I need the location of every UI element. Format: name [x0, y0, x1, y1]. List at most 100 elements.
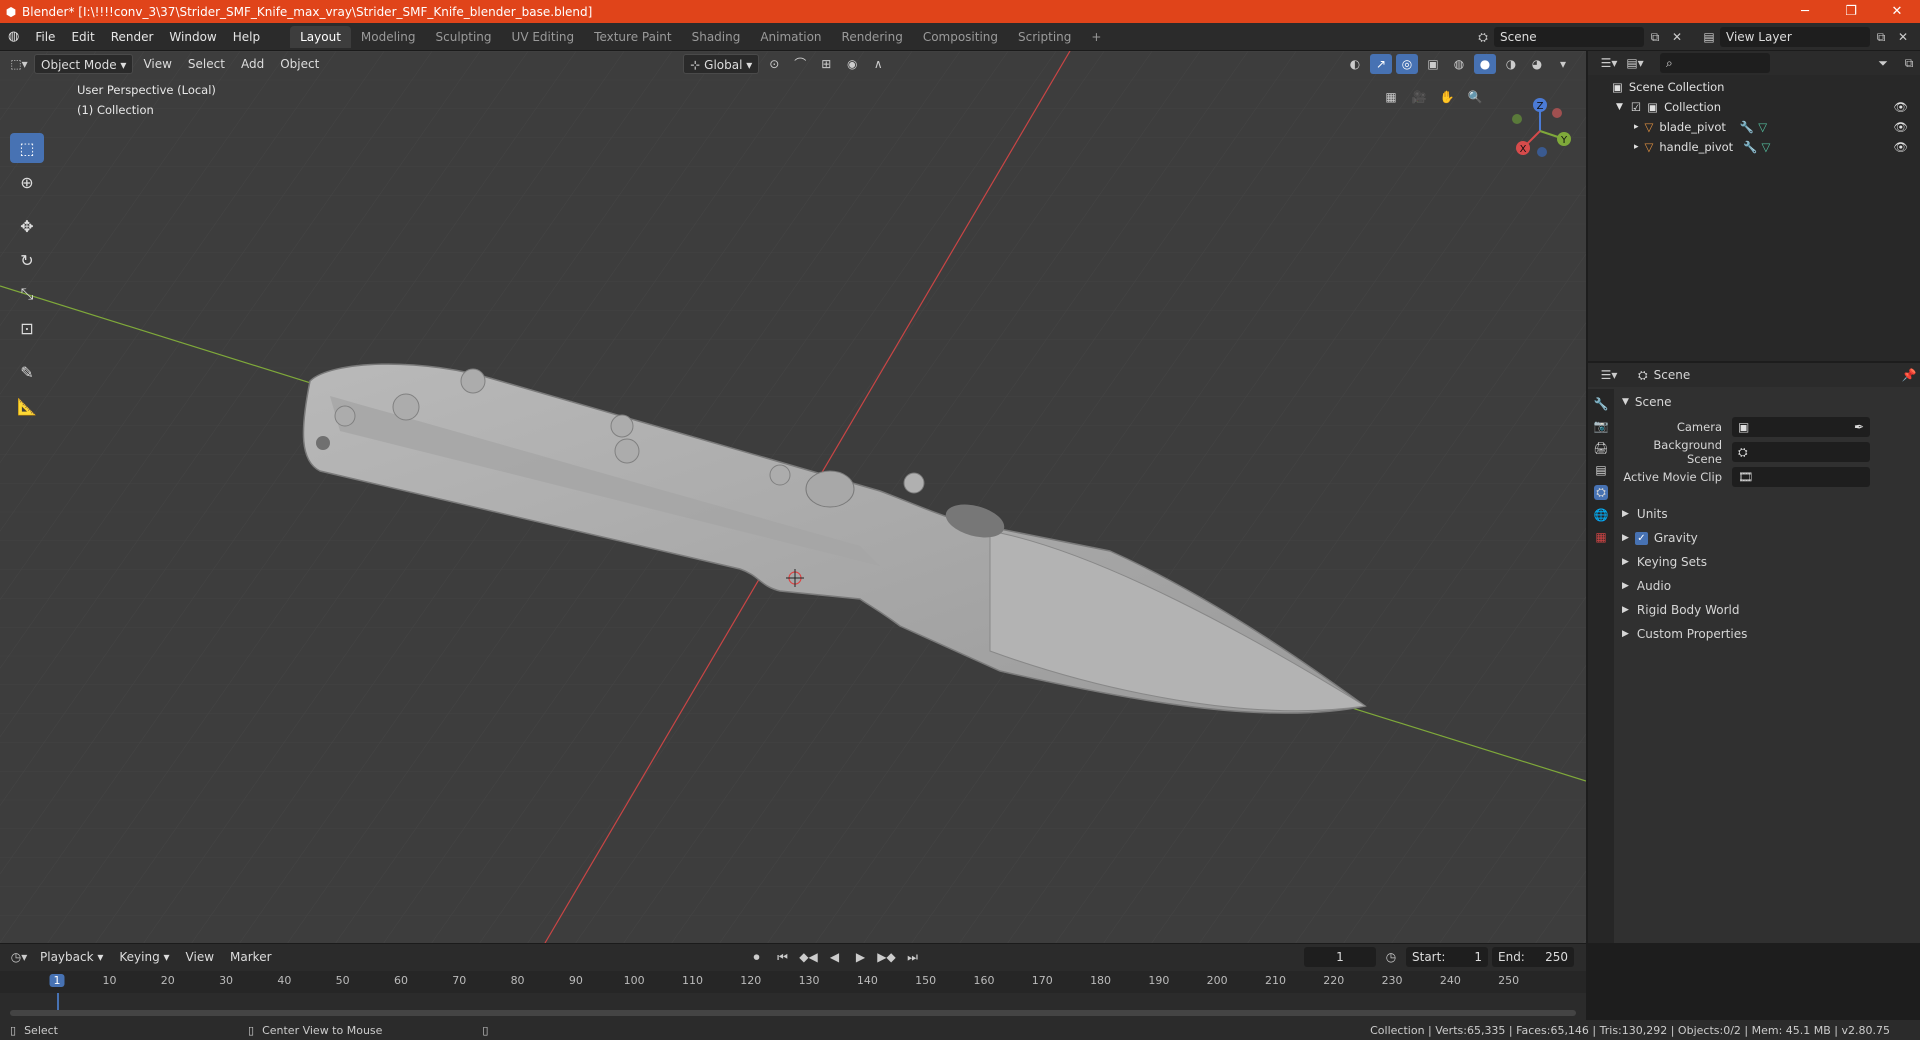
blender-menu-icon[interactable]: ◍	[0, 26, 27, 48]
timeline-menu-playback[interactable]: Playback ▾	[34, 947, 109, 967]
expand-arrow-icon[interactable]: ▸	[1634, 142, 1639, 152]
world-tab-icon[interactable]: 🌐	[1594, 508, 1609, 522]
menu-help[interactable]: Help	[225, 26, 268, 48]
tab-compositing[interactable]: Compositing	[913, 26, 1008, 48]
menu-file[interactable]: File	[27, 26, 63, 48]
expand-arrow-icon[interactable]: ▶	[1622, 509, 1629, 519]
outliner-row-scene-collection[interactable]: ▣ Scene Collection	[1588, 77, 1920, 97]
pivot-point-icon[interactable]: ⊙	[763, 54, 785, 74]
outliner-row-collection[interactable]: ▼ ☑ ▣ Collection 👁	[1588, 97, 1920, 117]
audio-panel-header[interactable]: ▶ Audio	[1622, 575, 1920, 597]
rigid-body-panel-header[interactable]: ▶ Rigid Body World	[1622, 599, 1920, 621]
proportional-edit-icon[interactable]: ◉	[841, 54, 863, 74]
eyedropper-icon[interactable]: ✒	[1854, 417, 1864, 437]
zoom-icon[interactable]: 🔍	[1464, 87, 1486, 107]
preview-range-icon[interactable]: ◷	[1380, 947, 1402, 967]
view-layer-field[interactable]: View Layer	[1720, 26, 1870, 47]
menu-render[interactable]: Render	[103, 26, 162, 48]
mesh-data-icon[interactable]: ▽	[1758, 120, 1767, 134]
expand-arrow-icon[interactable]: ▶	[1622, 533, 1629, 543]
falloff-icon[interactable]: ∧	[867, 54, 889, 74]
outliner-row-blade-pivot[interactable]: ▸ ▽ blade_pivot 🔧 ▽ 👁	[1588, 117, 1920, 137]
outliner-search-input[interactable]: ⌕	[1660, 53, 1770, 73]
record-icon[interactable]: ⏺	[746, 947, 768, 967]
tab-sculpting[interactable]: Sculpting	[426, 26, 502, 48]
next-keyframe-icon[interactable]: ▶◆	[876, 947, 898, 967]
timeline-menu-view[interactable]: View	[180, 947, 220, 967]
shading-options-icon[interactable]: ▾	[1552, 54, 1574, 74]
eye-icon[interactable]: 👁	[1893, 100, 1908, 114]
mesh-data-icon[interactable]: ▽	[1762, 140, 1771, 154]
navigation-gizmo[interactable]: Z Y X	[1500, 91, 1580, 171]
xray-icon[interactable]: ▣	[1422, 54, 1444, 74]
maximize-button[interactable]: ❐	[1828, 4, 1874, 19]
tab-scripting[interactable]: Scripting	[1008, 26, 1081, 48]
camera-view-icon[interactable]: 🎥	[1408, 87, 1430, 107]
wireframe-shading-icon[interactable]: ◍	[1448, 54, 1470, 74]
expand-arrow-icon[interactable]: ▼	[1616, 102, 1623, 112]
jump-end-icon[interactable]: ⏭	[902, 947, 924, 967]
scene-tab-icon[interactable]: ⛭	[1594, 485, 1608, 500]
3d-viewport[interactable]: ⬚▾ Object Mode ▾ View Select Add Object …	[0, 51, 1586, 943]
viewport-menu-add[interactable]: Add	[235, 54, 270, 74]
output-tab-icon[interactable]: 🖨	[1593, 441, 1608, 455]
pin-icon[interactable]: 📌	[1898, 365, 1920, 385]
expand-arrow-icon[interactable]: ▶	[1622, 605, 1629, 615]
new-view-layer-icon[interactable]: ⧉	[1870, 27, 1892, 47]
delete-scene-icon[interactable]: ✕	[1666, 27, 1688, 47]
cursor-tool[interactable]: ⊕	[10, 167, 44, 197]
properties-editor-type-icon[interactable]: ☰▾	[1598, 365, 1620, 385]
new-collection-icon[interactable]: ⧉	[1898, 53, 1920, 73]
scene-selector-icon[interactable]: ⛭	[1472, 27, 1494, 47]
keying-sets-panel-header[interactable]: ▶ Keying Sets	[1622, 551, 1920, 573]
tab-modeling[interactable]: Modeling	[351, 26, 426, 48]
menu-edit[interactable]: Edit	[63, 26, 102, 48]
background-scene-field[interactable]: ⛭	[1732, 442, 1870, 462]
editor-type-icon[interactable]: ⬚▾	[8, 54, 30, 74]
end-frame-field[interactable]: End: 250	[1492, 947, 1574, 967]
view-layer-icon[interactable]: ▤	[1698, 27, 1720, 47]
delete-view-layer-icon[interactable]: ✕	[1892, 27, 1914, 47]
render-tab-icon[interactable]: 📷	[1594, 419, 1609, 433]
tab-uv-editing[interactable]: UV Editing	[502, 26, 585, 48]
eye-icon[interactable]: 👁	[1893, 120, 1908, 134]
gravity-checkbox[interactable]: ✓	[1634, 531, 1648, 545]
scene-section-header[interactable]: ▼ Scene	[1622, 391, 1920, 413]
tab-layout[interactable]: Layout	[290, 25, 351, 48]
tab-animation[interactable]: Animation	[750, 26, 831, 48]
solid-shading-icon[interactable]: ●	[1474, 54, 1496, 74]
rendered-shading-icon[interactable]: ◕	[1526, 54, 1548, 74]
select-box-tool[interactable]: ⬚	[10, 133, 44, 163]
viewport-menu-object[interactable]: Object	[274, 54, 325, 74]
expand-arrow-icon[interactable]: ▶	[1622, 557, 1629, 567]
pan-hand-icon[interactable]: ✋	[1436, 87, 1458, 107]
tool-tab-icon[interactable]: 🔧	[1594, 397, 1609, 411]
play-reverse-icon[interactable]: ◀	[824, 947, 846, 967]
close-button[interactable]: ✕	[1874, 4, 1920, 19]
visibility-icon[interactable]: ◐	[1344, 54, 1366, 74]
timeline-menu-keying[interactable]: Keying ▾	[113, 947, 175, 967]
movie-clip-field[interactable]: 🎞	[1732, 467, 1870, 487]
snap-icon[interactable]: ⌒	[789, 54, 811, 74]
menu-window[interactable]: Window	[161, 26, 224, 48]
move-tool[interactable]: ✥	[10, 211, 44, 241]
minimize-button[interactable]: ─	[1782, 4, 1828, 19]
tab-shading[interactable]: Shading	[682, 26, 751, 48]
units-panel-header[interactable]: ▶ Units	[1622, 503, 1920, 525]
material-shading-icon[interactable]: ◑	[1500, 54, 1522, 74]
ortho-toggle-icon[interactable]: ▦	[1380, 87, 1402, 107]
expand-arrow-icon[interactable]: ▸	[1634, 122, 1639, 132]
expand-arrow-icon[interactable]: ▶	[1622, 581, 1629, 591]
frame-ruler[interactable]: 1 10 20 30 40 50 60 70 80 90 100 110 120 130 140 150 160…	[0, 971, 1586, 993]
tab-texture-paint[interactable]: Texture Paint	[584, 26, 681, 48]
expand-arrow-icon[interactable]: ▶	[1622, 629, 1629, 639]
play-icon[interactable]: ▶	[850, 947, 872, 967]
scale-tool[interactable]: ⤡	[10, 279, 44, 309]
viewport-canvas[interactable]	[0, 51, 1586, 943]
modifier-wrench-icon[interactable]: 🔧	[1743, 140, 1757, 154]
prev-keyframe-icon[interactable]: ◆◀	[798, 947, 820, 967]
viewport-menu-view[interactable]: View	[137, 54, 177, 74]
filter-icon[interactable]: ⏷	[1872, 53, 1894, 73]
outliner-row-handle-pivot[interactable]: ▸ ▽ handle_pivot 🔧 ▽ 👁	[1588, 137, 1920, 157]
texture-tab-icon[interactable]: ▦	[1595, 530, 1606, 544]
